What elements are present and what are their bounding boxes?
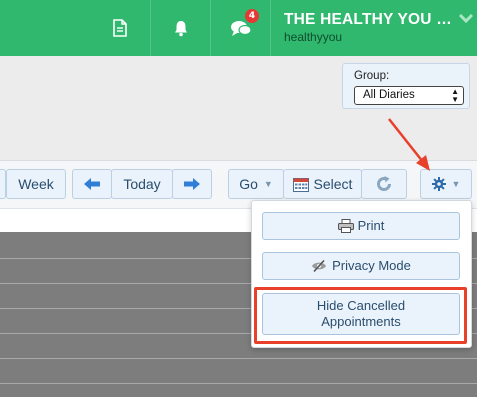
header-divider xyxy=(270,0,271,56)
grid-row-line xyxy=(0,383,477,384)
printer-icon xyxy=(337,219,354,233)
print-label: Print xyxy=(357,218,385,233)
select-label: Select xyxy=(313,176,353,192)
group-select[interactable]: All Diaries ▲ ▼ xyxy=(354,86,464,105)
documents-button[interactable] xyxy=(90,0,150,56)
privacy-mode-menu-item[interactable]: Privacy Mode xyxy=(262,252,460,280)
privacy-mode-label: Privacy Mode xyxy=(332,258,411,273)
group-filter-panel: Group: All Diaries ▲ ▼ xyxy=(342,63,470,109)
go-button[interactable]: Go ▼ xyxy=(228,169,284,199)
previous-button[interactable] xyxy=(72,169,112,199)
gear-icon xyxy=(431,177,446,191)
username: healthyyou xyxy=(284,30,343,44)
calendar-icon xyxy=(292,177,309,192)
account-menu[interactable]: THE HEALTHY YOU C... healthyyou xyxy=(284,11,456,44)
print-menu-item[interactable]: Print xyxy=(262,212,460,240)
next-button[interactable] xyxy=(172,169,212,199)
annotation-highlight-box xyxy=(254,287,467,344)
messages-button[interactable]: 4 xyxy=(210,0,270,56)
caret-down-icon: ▼ xyxy=(263,179,273,189)
group-select-value: All Diaries xyxy=(363,89,415,101)
select-arrows-icon: ▲ ▼ xyxy=(451,87,459,104)
notification-count-badge: 4 xyxy=(245,9,259,23)
today-label: Today xyxy=(123,176,161,192)
refresh-button[interactable] xyxy=(361,169,407,199)
group-label: Group: xyxy=(354,70,390,82)
chevron-down-icon[interactable] xyxy=(458,12,474,26)
arrow-left-icon xyxy=(84,178,100,190)
eye-slash-icon xyxy=(312,260,327,272)
today-button[interactable]: Today xyxy=(111,169,173,199)
settings-button[interactable]: ▼ xyxy=(420,169,472,199)
week-label: Week xyxy=(18,176,54,192)
document-icon xyxy=(113,19,127,37)
arrow-right-icon xyxy=(184,178,200,190)
caret-down-icon: ▼ xyxy=(451,179,461,189)
notifications-button[interactable] xyxy=(150,0,210,56)
go-label: Go xyxy=(239,176,258,192)
bell-icon xyxy=(174,21,187,37)
grid-row-line xyxy=(0,358,477,359)
company-name: THE HEALTHY YOU C... xyxy=(284,11,456,28)
refresh-icon xyxy=(377,176,392,191)
select-button[interactable]: Select xyxy=(283,169,362,199)
week-button[interactable]: Week xyxy=(6,169,66,199)
